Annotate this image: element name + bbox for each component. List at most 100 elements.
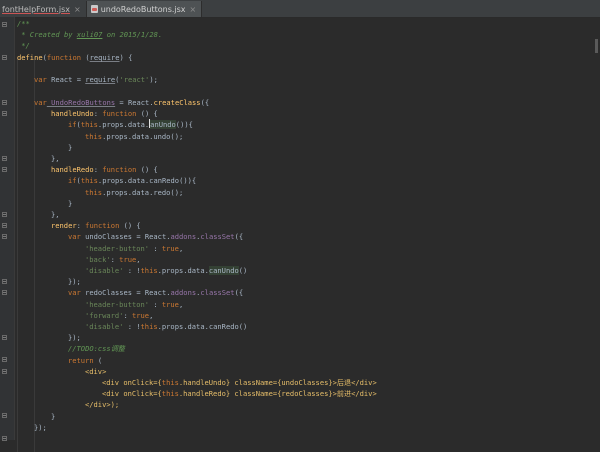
code-token: this bbox=[140, 322, 158, 331]
editor-tab-bar: fontHelpForm.jsx × undoRedoButtons.jsx × bbox=[0, 0, 600, 18]
code-line: if(this.props.data.canRedo()){ bbox=[68, 175, 196, 186]
comment-author: xuli07 bbox=[76, 30, 103, 39]
code-token: : bbox=[93, 165, 103, 174]
fold-marker-icon[interactable] bbox=[2, 212, 7, 217]
fold-marker-icon[interactable] bbox=[2, 436, 7, 441]
code-token: ()){ bbox=[175, 120, 193, 129]
close-icon[interactable]: × bbox=[74, 5, 81, 14]
code-line: <div onClick={this.handleUndo} className… bbox=[102, 377, 377, 388]
code-line: define(function (require) { bbox=[17, 52, 132, 63]
fold-marker-icon[interactable] bbox=[2, 223, 7, 228]
code-token: .handleUndo} className={undoClasses}>后退<… bbox=[178, 378, 377, 387]
code-token: , bbox=[136, 255, 141, 264]
code-line: }); bbox=[68, 276, 81, 287]
fold-marker-icon[interactable] bbox=[2, 234, 7, 239]
code-token: var bbox=[68, 232, 81, 241]
code-token: function bbox=[85, 221, 120, 230]
fold-marker-icon[interactable] bbox=[2, 156, 7, 161]
code-token: function bbox=[102, 165, 137, 174]
fold-marker-icon[interactable] bbox=[2, 55, 7, 60]
code-token: ({ bbox=[234, 232, 244, 241]
code-line: var undoClasses = React.addons.classSet(… bbox=[68, 231, 243, 242]
code-line: var UndoRedoButtons = React.createClass(… bbox=[34, 97, 209, 108]
code-token: true bbox=[131, 311, 150, 320]
fold-marker-icon[interactable] bbox=[2, 357, 7, 362]
scrollbar-marker[interactable] bbox=[595, 39, 598, 53]
code-token: = React. bbox=[115, 98, 154, 107]
code-token: <div onClick={ bbox=[102, 389, 162, 398]
code-token: : bbox=[110, 255, 120, 264]
code-line: this.props.data.redo(); bbox=[85, 187, 183, 198]
indent-guide bbox=[17, 57, 18, 452]
code-token: this bbox=[161, 378, 179, 387]
tab-label: fontHelpForm.jsx bbox=[2, 4, 70, 14]
code-token: , bbox=[178, 300, 184, 309]
fold-marker-icon[interactable] bbox=[2, 369, 7, 374]
code-line: 'back': true, bbox=[85, 254, 141, 265]
code-editor[interactable]: /** * Created by xuli07 on 2015/1/28. */… bbox=[17, 17, 600, 452]
code-token: if bbox=[68, 176, 77, 185]
code-token: .props.data.redo(); bbox=[102, 188, 184, 197]
code-line: * Created by xuli07 on 2015/1/28. bbox=[17, 29, 162, 40]
jsx-file-icon bbox=[90, 5, 98, 13]
code-token: undoClasses = React. bbox=[80, 232, 171, 241]
code-token: classSet bbox=[200, 232, 235, 241]
fold-marker-icon[interactable] bbox=[2, 167, 7, 172]
code-token: } bbox=[68, 199, 73, 208]
code-token: <div> bbox=[85, 367, 107, 376]
editor-gutter[interactable] bbox=[0, 17, 15, 441]
code-line: 'header-button' : true, bbox=[85, 299, 183, 310]
code-token: addons bbox=[170, 232, 197, 241]
code-token: ( bbox=[81, 53, 90, 62]
code-token: .handleRedo} className={redoClasses}>前进<… bbox=[178, 389, 377, 398]
code-token: .props.data. bbox=[97, 120, 150, 129]
code-line: }, bbox=[51, 153, 60, 164]
code-line: } bbox=[68, 198, 72, 209]
fold-marker-icon[interactable] bbox=[2, 100, 7, 105]
code-token: .props.data.canRedo() bbox=[157, 322, 248, 331]
code-token: require bbox=[89, 53, 120, 62]
code-token: canUndo bbox=[208, 266, 239, 275]
code-token: : bbox=[93, 109, 103, 118]
code-token: handleRedo bbox=[51, 165, 94, 174]
code-line: */ bbox=[17, 40, 30, 51]
code-token: var bbox=[34, 75, 47, 84]
fold-marker-icon[interactable] bbox=[2, 335, 7, 340]
code-token: }); bbox=[68, 277, 81, 286]
code-line: </div>); bbox=[85, 399, 119, 410]
fold-marker-icon[interactable] bbox=[2, 413, 7, 418]
code-token: handleUndo bbox=[51, 109, 94, 118]
code-token: } bbox=[68, 143, 73, 152]
fold-marker-icon[interactable] bbox=[2, 22, 7, 27]
tab-fonthelpform[interactable]: fontHelpForm.jsx × bbox=[0, 1, 87, 17]
indent-guide bbox=[34, 57, 35, 452]
code-token: () { bbox=[119, 221, 141, 230]
code-token: }, bbox=[51, 210, 60, 219]
fold-marker-icon[interactable] bbox=[2, 279, 7, 284]
code-token: require bbox=[85, 75, 116, 84]
comment-text: */ bbox=[17, 41, 30, 50]
fold-marker-icon[interactable] bbox=[2, 111, 7, 116]
code-token: }, bbox=[51, 154, 60, 163]
code-line: return ( bbox=[68, 355, 102, 366]
code-token: : ! bbox=[123, 266, 141, 275]
code-token: anUndo bbox=[150, 120, 176, 129]
code-line: var React = require('react'); bbox=[34, 74, 158, 85]
code-token: : ! bbox=[123, 322, 141, 331]
code-line: }, bbox=[51, 209, 60, 220]
close-icon[interactable]: × bbox=[190, 5, 197, 14]
code-line: } bbox=[68, 142, 72, 153]
code-token: this bbox=[85, 188, 103, 197]
tab-undoredobuttons[interactable]: undoRedoButtons.jsx × bbox=[86, 1, 203, 17]
code-token: this bbox=[80, 176, 98, 185]
code-line: 'disable' : !this.props.data.canRedo() bbox=[85, 321, 247, 332]
code-line: /** bbox=[17, 18, 30, 29]
code-line: }); bbox=[68, 332, 81, 343]
fold-marker-icon[interactable] bbox=[2, 290, 7, 295]
code-token: UndoRedoButtons bbox=[46, 98, 116, 107]
code-token: : bbox=[123, 311, 132, 320]
code-line: 'forward': true, bbox=[85, 310, 153, 321]
code-token: ); bbox=[149, 75, 158, 84]
comment-text: on 2015/1/28. bbox=[102, 30, 163, 39]
code-line: } bbox=[51, 411, 55, 422]
